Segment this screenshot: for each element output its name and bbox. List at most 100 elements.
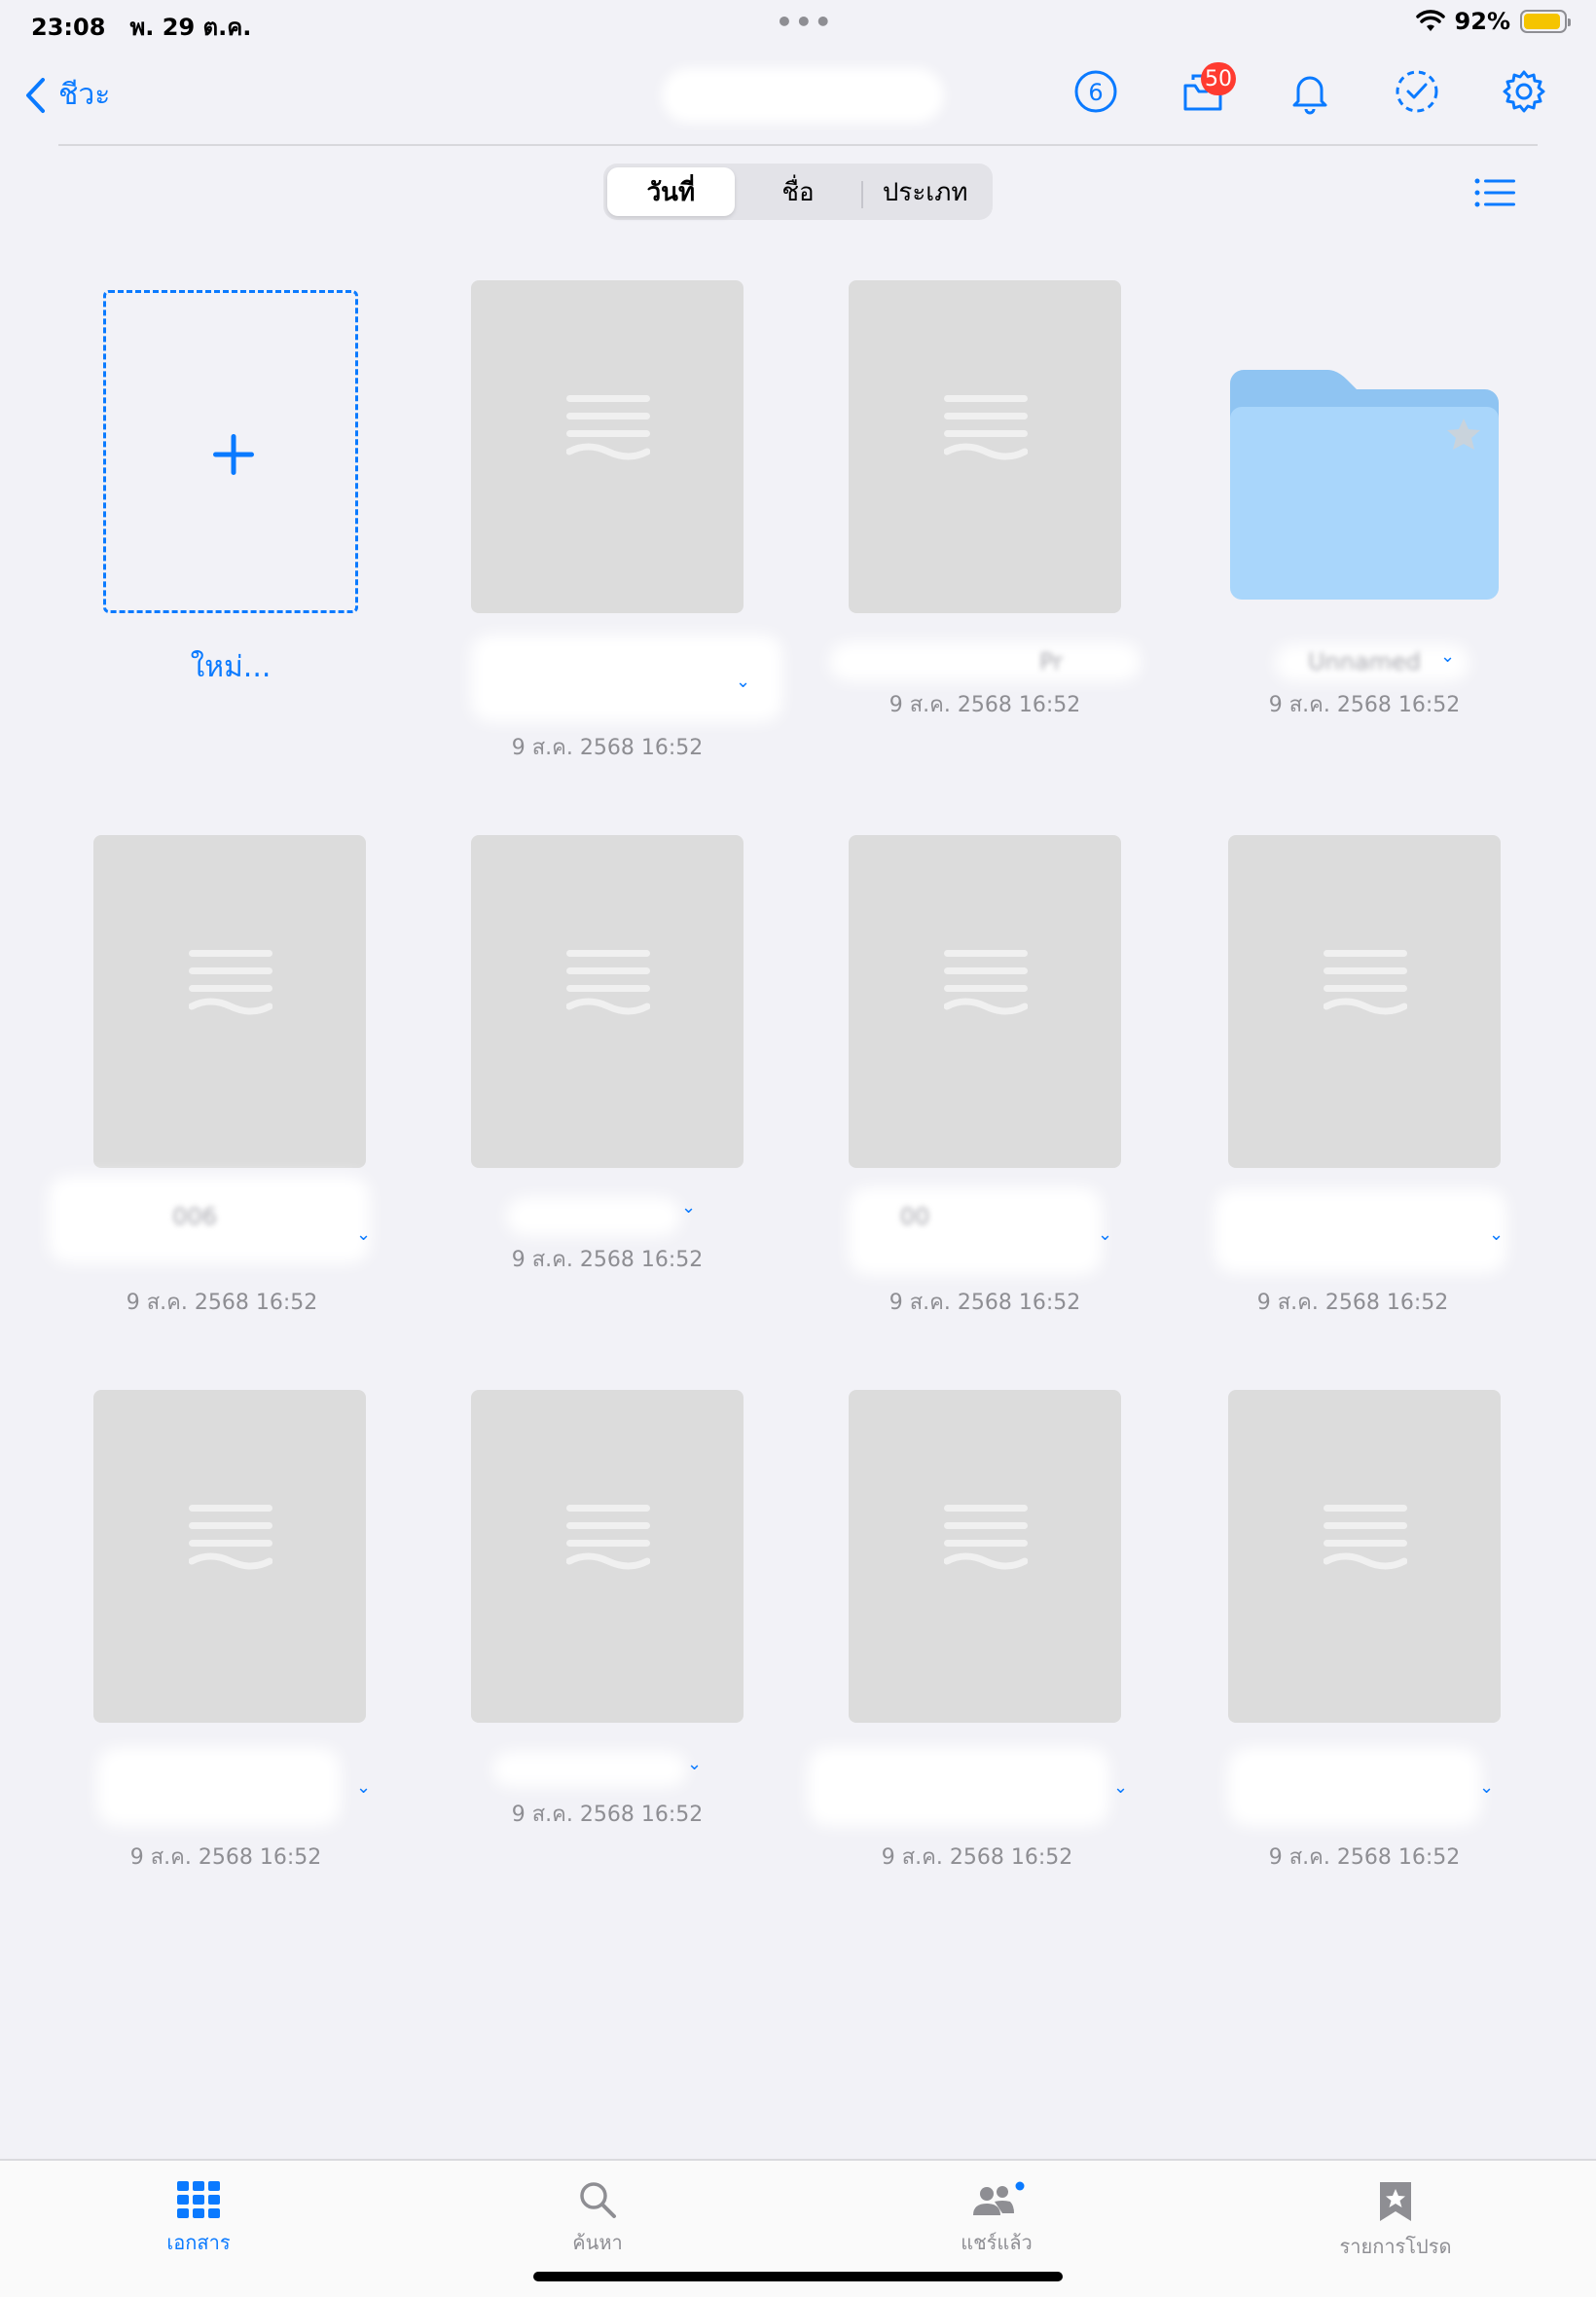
document-icon — [566, 950, 650, 1015]
settings-button[interactable] — [1501, 68, 1547, 115]
chevron-down-icon[interactable]: ⌄ — [687, 1754, 702, 1774]
back-button[interactable]: ชีวะ — [23, 72, 110, 118]
collaborators-button[interactable]: 6 — [1072, 68, 1119, 115]
document-date: 9 ส.ค. 2568 16:52 — [129, 1845, 322, 1870]
chevron-down-icon[interactable]: ⌄ — [736, 672, 750, 692]
chevron-down-icon[interactable]: ⌄ — [1098, 1224, 1112, 1245]
document-thumbnail[interactable] — [471, 1390, 744, 1723]
notifications-button[interactable] — [1287, 68, 1333, 115]
tab-label: ค้นหา — [572, 2231, 623, 2254]
document-thumbnail[interactable] — [849, 835, 1121, 1168]
document-name-redacted — [492, 1752, 687, 1787]
document-name: 00 — [899, 1203, 930, 1230]
document-title-redacted — [662, 68, 944, 123]
tab-favorites[interactable]: รายการโปรด — [1298, 2180, 1493, 2262]
magnifier-icon — [580, 2182, 616, 2218]
plus-icon — [213, 434, 254, 475]
gear-icon — [1503, 70, 1545, 113]
tab-shared[interactable]: แชร์แล้ว — [899, 2180, 1094, 2258]
document-icon — [566, 1505, 650, 1570]
document-date: 9 ส.ค. 2568 16:52 — [126, 1291, 318, 1315]
sort-by-type[interactable]: ประเภท — [861, 167, 989, 216]
segment-label: ประเภท — [882, 177, 968, 207]
inbox-badge: 50 — [1201, 62, 1236, 95]
share-count: 6 — [1088, 79, 1103, 106]
chevron-down-icon[interactable]: ⌄ — [1479, 1777, 1494, 1798]
document-name-redacted — [1215, 1189, 1506, 1273]
bookmark-star-icon — [1380, 2182, 1411, 2221]
tab-documents[interactable]: เอกสาร — [101, 2180, 296, 2258]
tab-label: แชร์แล้ว — [961, 2231, 1033, 2254]
document-date: 9 ส.ค. 2568 16:52 — [511, 736, 704, 760]
document-icon — [566, 395, 650, 460]
document-thumbnail[interactable] — [1228, 1390, 1501, 1723]
document-thumbnail[interactable] — [1228, 835, 1501, 1168]
status-date: พ. 29 ต.ค. — [129, 14, 252, 41]
sort-segmented-control: วันที่ ชื่อ ประเภท — [603, 164, 993, 220]
document-name: Pr — [1039, 648, 1063, 675]
tab-search[interactable]: ค้นหา — [500, 2180, 695, 2258]
document-icon — [944, 395, 1028, 460]
status-bar: 23:08 พ. 29 ต.ค. ••• 92% — [0, 0, 1596, 49]
chevron-down-icon[interactable]: ⌄ — [1489, 1224, 1504, 1245]
document-date: 9 ส.ค. 2568 16:52 — [889, 1291, 1081, 1315]
list-view-button[interactable] — [1471, 173, 1518, 212]
document-date: 9 ส.ค. 2568 16:52 — [889, 693, 1081, 717]
document-icon — [944, 1505, 1028, 1570]
grid-icon — [177, 2181, 220, 2218]
chevron-down-icon[interactable]: ⌄ — [356, 1224, 371, 1245]
dashed-checkmark-circle-icon — [1396, 70, 1438, 113]
list-icon — [1474, 178, 1515, 207]
multitasking-dots[interactable]: ••• — [776, 6, 834, 38]
sort-by-date[interactable]: วันที่ — [607, 167, 735, 216]
document-thumbnail[interactable] — [471, 835, 744, 1168]
chevron-left-icon — [26, 77, 45, 113]
select-button[interactable] — [1394, 68, 1440, 115]
document-name-redacted — [506, 1197, 681, 1236]
folder-thumbnail[interactable] — [1230, 370, 1499, 600]
new-document-label[interactable]: ใหม่... — [103, 644, 358, 690]
clock: 23:08 — [31, 14, 106, 41]
document-date: 9 ส.ค. 2568 16:52 — [511, 1248, 704, 1272]
document-thumbnail[interactable] — [849, 280, 1121, 613]
person-circle-icon: 6 — [1074, 70, 1117, 113]
new-document-button[interactable] — [103, 290, 358, 613]
home-indicator[interactable] — [533, 2272, 1063, 2281]
battery-percent: 92% — [1454, 8, 1510, 35]
sort-by-name[interactable]: ชื่อ — [735, 167, 862, 216]
folder-icon — [1230, 370, 1499, 600]
document-thumbnail[interactable] — [93, 835, 366, 1168]
chevron-down-icon[interactable]: ⌄ — [1113, 1777, 1128, 1798]
document-date: 9 ส.ค. 2568 16:52 — [511, 1803, 704, 1827]
nav-actions: 6 50 — [1072, 62, 1547, 115]
document-name-redacted — [97, 1748, 341, 1826]
segment-separator — [861, 181, 864, 208]
battery-icon — [1520, 10, 1571, 33]
chevron-down-icon[interactable]: ⌄ — [356, 1777, 371, 1798]
segment-label: ชื่อ — [781, 177, 815, 207]
document-icon — [1324, 1505, 1407, 1570]
document-date: 9 ส.ค. 2568 16:52 — [881, 1845, 1073, 1870]
chevron-down-icon[interactable]: ⌄ — [681, 1197, 696, 1218]
document-icon — [1324, 950, 1407, 1015]
document-name: 006 — [172, 1203, 217, 1230]
status-time: 23:08 พ. 29 ต.ค. — [31, 8, 251, 46]
document-thumbnail[interactable] — [93, 1390, 366, 1723]
wifi-icon — [1415, 10, 1445, 31]
document-name-redacted — [808, 1748, 1109, 1826]
nav-divider — [58, 144, 1538, 146]
bell-icon — [1292, 76, 1327, 115]
segment-label: วันที่ — [646, 177, 696, 207]
chevron-down-icon[interactable]: ⌄ — [1440, 646, 1455, 667]
document-thumbnail[interactable] — [849, 1390, 1121, 1723]
battery-level — [1524, 14, 1560, 29]
document-icon — [944, 950, 1028, 1015]
back-label: ชีวะ — [58, 78, 111, 112]
folder-name: Unnamed — [1307, 648, 1422, 675]
document-name-redacted — [849, 1187, 1102, 1275]
inbox-button[interactable]: 50 — [1179, 62, 1236, 115]
document-date: 9 ส.ค. 2568 16:52 — [1256, 1291, 1449, 1315]
document-date: 9 ส.ค. 2568 16:52 — [1268, 1845, 1461, 1870]
tab-label: รายการโปรด — [1339, 2235, 1452, 2258]
document-thumbnail[interactable] — [471, 280, 744, 613]
